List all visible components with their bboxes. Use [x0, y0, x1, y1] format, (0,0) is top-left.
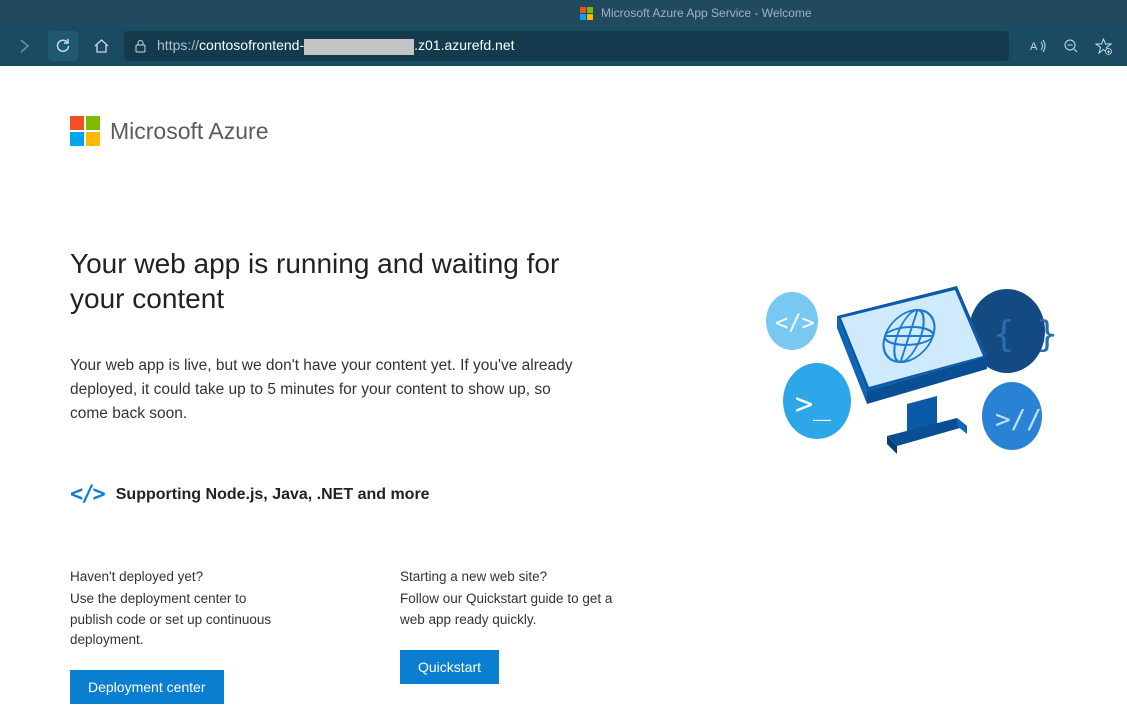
page-heading: Your web app is running and waiting for …: [70, 246, 620, 316]
url-text: https://contosofrontend-.z01.azurefd.net: [157, 37, 515, 54]
lock-icon: [134, 39, 147, 54]
quickstart-body: Follow our Quickstart guide to get a web…: [400, 589, 620, 630]
read-aloud-icon[interactable]: A: [1025, 31, 1053, 61]
brand-text: Microsoft Azure: [110, 118, 269, 145]
supporting-text: Supporting Node.js, Java, .NET and more: [116, 486, 430, 504]
home-button[interactable]: [86, 31, 116, 61]
browser-tab-title[interactable]: Microsoft Azure App Service - Welcome: [601, 6, 812, 20]
svg-text:A: A: [1030, 41, 1038, 53]
redacted-segment: [304, 39, 414, 55]
microsoft-logo-icon: [70, 116, 100, 146]
page-body: Your web app is live, but we don't have …: [70, 354, 580, 426]
hero-illustration: { } >//: [747, 266, 1067, 486]
deploy-body: Use the deployment center to publish cod…: [70, 589, 290, 650]
forward-button[interactable]: [10, 31, 40, 61]
svg-text:</>: </>: [775, 311, 815, 336]
browser-tab-bar: Microsoft Azure App Service - Welcome: [0, 0, 1127, 26]
supporting-row: </> Supporting Node.js, Java, .NET and m…: [70, 482, 620, 507]
zoom-icon[interactable]: [1057, 31, 1085, 61]
page-content: Microsoft Azure Your web app is running …: [0, 66, 1127, 728]
deploy-question: Haven't deployed yet?: [70, 567, 290, 587]
deploy-card: Haven't deployed yet? Use the deployment…: [70, 567, 290, 704]
address-bar[interactable]: https://contosofrontend-.z01.azurefd.net: [124, 31, 1009, 61]
svg-text:{ }: { }: [993, 314, 1058, 355]
quickstart-button[interactable]: Quickstart: [400, 650, 499, 684]
refresh-button[interactable]: [48, 31, 78, 61]
azure-brand: Microsoft Azure: [70, 116, 1057, 146]
browser-toolbar: https://contosofrontend-.z01.azurefd.net…: [0, 26, 1127, 66]
microsoft-logo-icon: [580, 7, 593, 20]
deployment-center-button[interactable]: Deployment center: [70, 670, 224, 704]
svg-text:>//: >//: [995, 405, 1042, 435]
favorites-icon[interactable]: ✚: [1089, 31, 1117, 61]
svg-text:✚: ✚: [1106, 49, 1110, 54]
quickstart-question: Starting a new web site?: [400, 567, 620, 587]
svg-text:>_: >_: [795, 387, 832, 422]
quickstart-card: Starting a new web site? Follow our Quic…: [400, 567, 620, 704]
code-icon: </>: [70, 482, 104, 507]
